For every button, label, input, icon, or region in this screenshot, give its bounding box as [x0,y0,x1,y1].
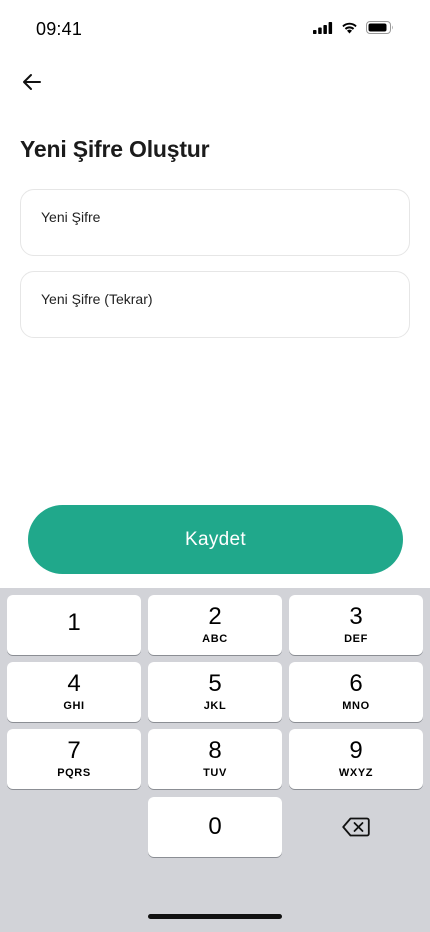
key-letters: WXYZ [338,767,374,779]
status-time: 09:41 [36,19,83,39]
key-digit: 3 [349,603,363,630]
new-password-input[interactable] [41,228,391,250]
key-7[interactable]: 7 PQRS [7,729,141,789]
key-digit: 8 [208,737,222,764]
numeric-keyboard: 1 2 ABC 3 DEF 4 GHI 5 JKL 6 MNO 7 PQRS 8… [0,588,430,932]
key-digit: 7 [67,737,81,764]
key-letters: ABC [202,633,228,645]
key-digit: 2 [208,603,222,630]
key-8[interactable]: 8 TUV [148,729,282,789]
new-password-label: Yeni Şifre [41,209,101,225]
confirm-password-field[interactable]: Yeni Şifre (Tekrar) [20,271,410,338]
key-digit: 5 [208,670,222,697]
backspace-icon [342,817,370,837]
key-letters: GHI [63,700,85,712]
page-title: Yeni Şifre Oluştur [20,136,210,162]
confirm-password-input[interactable] [41,310,391,332]
key-letters: PQRS [57,767,91,779]
key-0[interactable]: 0 [148,797,282,857]
cellular-signal-icon [313,21,333,34]
key-digit: 6 [349,670,363,697]
key-2[interactable]: 2 ABC [148,595,282,655]
key-5[interactable]: 5 JKL [148,662,282,722]
confirm-password-label: Yeni Şifre (Tekrar) [41,291,153,307]
new-password-field[interactable]: Yeni Şifre [20,189,410,256]
key-letters: MNO [342,700,370,712]
key-6[interactable]: 6 MNO [289,662,423,722]
back-button[interactable] [18,68,46,96]
key-9[interactable]: 9 WXYZ [289,729,423,789]
key-4[interactable]: 4 GHI [7,662,141,722]
key-digit: 0 [208,813,222,840]
status-icons [313,21,394,34]
key-digit: 4 [67,670,81,697]
key-digit: 9 [349,737,363,764]
status-bar: 09:41 [0,0,430,60]
arrow-left-icon [23,74,41,90]
save-button[interactable]: Kaydet [28,505,403,574]
key-3[interactable]: 3 DEF [289,595,423,655]
delete-key[interactable] [289,797,423,857]
key-digit: 1 [67,609,81,636]
key-letters: JKL [203,700,227,712]
key-letters: TUV [203,767,227,779]
home-indicator [148,914,282,919]
key-1[interactable]: 1 [7,595,141,655]
key-letters: DEF [344,633,368,645]
battery-icon [366,21,393,34]
wifi-icon [342,22,357,33]
